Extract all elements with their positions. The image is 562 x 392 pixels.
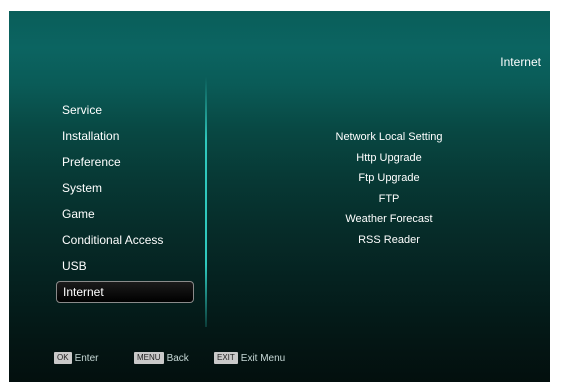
menu-key-label: Back (166, 352, 189, 364)
submenu-item-rss-reader[interactable]: RSS Reader (309, 230, 469, 251)
exit-key-badge: EXIT (214, 352, 238, 364)
submenu: Network Local Setting Http Upgrade Ftp U… (309, 127, 469, 250)
menu-item-service[interactable]: Service (56, 97, 194, 123)
menu-back-hint[interactable]: MENU Back (134, 352, 189, 364)
tv-screen: Internet Service Installation Preference… (9, 11, 550, 382)
exit-menu-hint[interactable]: EXIT Exit Menu (214, 352, 285, 364)
menu-key-badge: MENU (134, 352, 164, 364)
menu-item-game[interactable]: Game (56, 201, 194, 227)
submenu-item-network-local-setting[interactable]: Network Local Setting (309, 127, 469, 148)
submenu-item-ftp-upgrade[interactable]: Ftp Upgrade (309, 168, 469, 189)
exit-key-label: Exit Menu (240, 352, 286, 364)
submenu-item-weather-forecast[interactable]: Weather Forecast (309, 209, 469, 230)
menu-divider (205, 77, 207, 327)
ok-key-badge: OK (54, 352, 72, 364)
menu-item-system[interactable]: System (56, 175, 194, 201)
main-menu: Service Installation Preference System G… (56, 97, 194, 303)
submenu-item-http-upgrade[interactable]: Http Upgrade (309, 148, 469, 169)
ok-key-label: Enter (74, 352, 99, 364)
menu-item-internet[interactable]: Internet (56, 281, 194, 303)
menu-item-conditional-access[interactable]: Conditional Access (56, 227, 194, 253)
ok-enter-hint[interactable]: OK Enter (54, 352, 98, 364)
menu-item-preference[interactable]: Preference (56, 149, 194, 175)
footer-help-bar: OK Enter MENU Back EXIT Exit Menu (9, 352, 550, 368)
submenu-item-ftp[interactable]: FTP (309, 189, 469, 210)
menu-item-installation[interactable]: Installation (56, 123, 194, 149)
menu-item-usb[interactable]: USB (56, 253, 194, 279)
page-title: Internet (500, 55, 541, 69)
